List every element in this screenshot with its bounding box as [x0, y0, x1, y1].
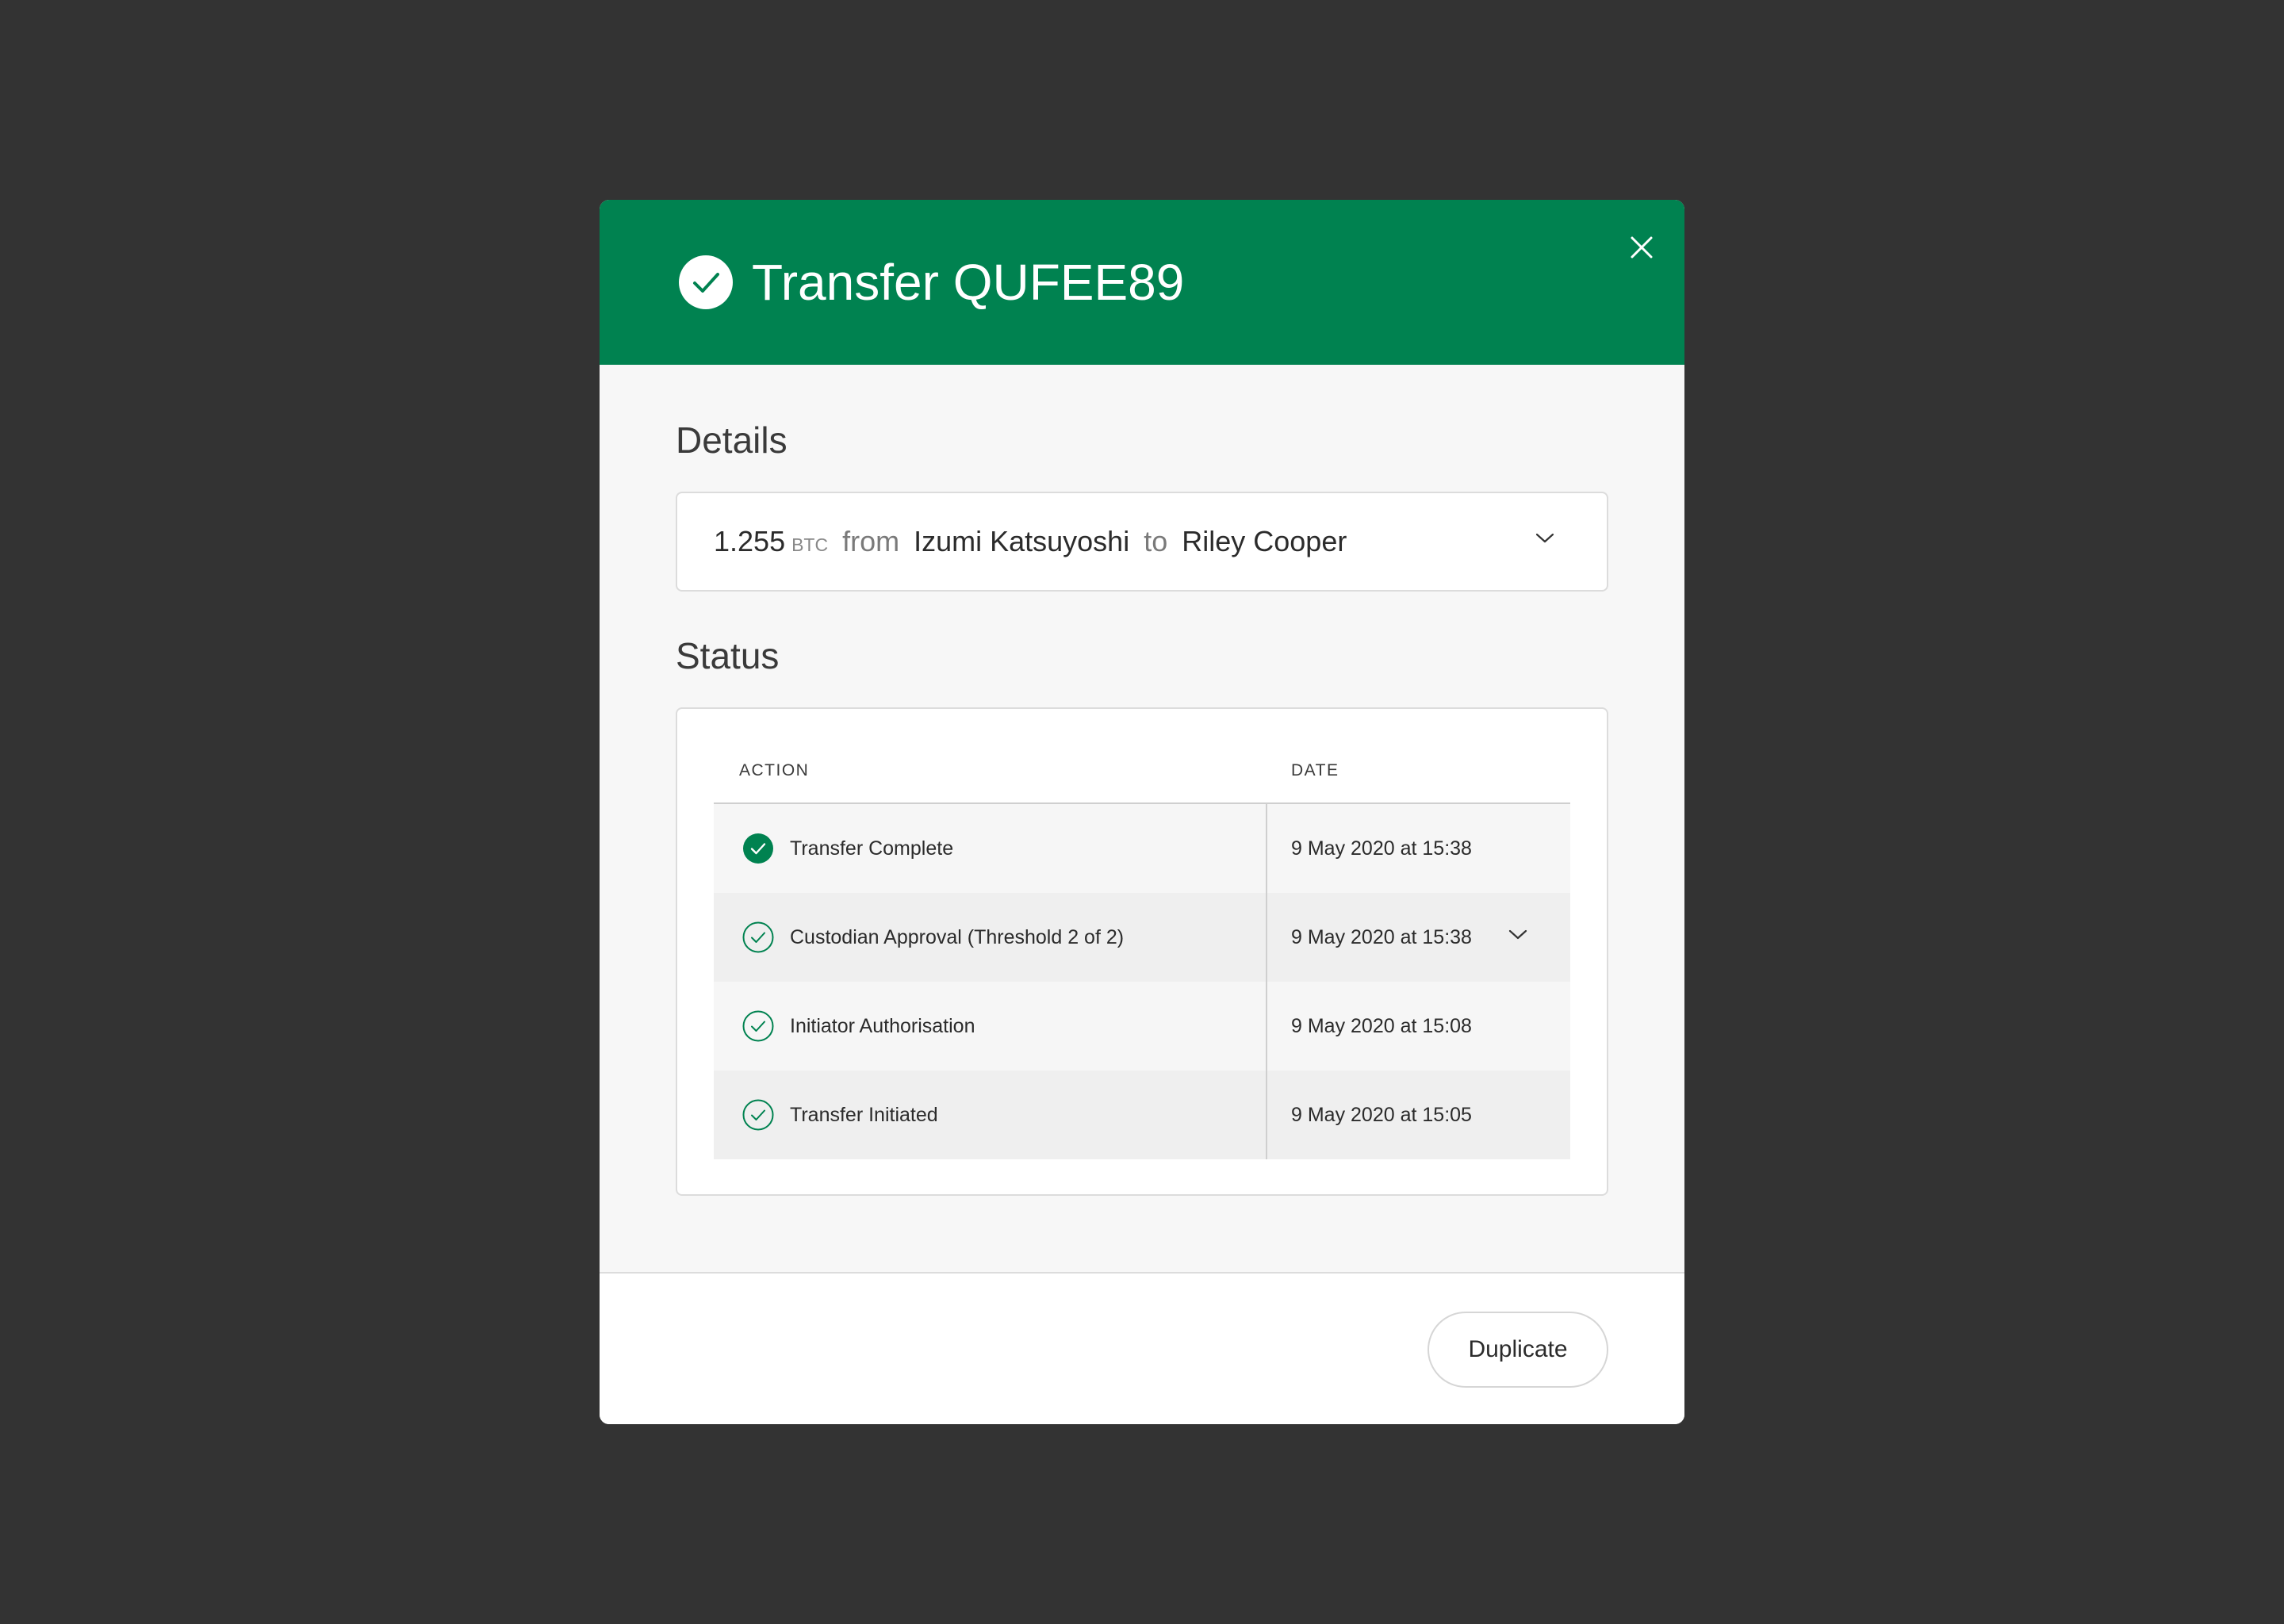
- table-row: Transfer Initiated 9 May 2020 at 15:05: [714, 1071, 1570, 1159]
- row-date: 9 May 2020 at 15:38: [1291, 837, 1472, 860]
- modal-footer: Duplicate: [600, 1272, 1684, 1424]
- column-divider: [1266, 1071, 1267, 1159]
- table-row[interactable]: Custodian Approval (Threshold 2 of 2) 9 …: [714, 893, 1570, 982]
- status-table-card: ACTION DATE Transfer Complete 9 May 2020…: [676, 707, 1608, 1196]
- recipient-name: Riley Cooper: [1182, 525, 1347, 557]
- column-header-date: DATE: [1291, 761, 1339, 779]
- row-date: 9 May 2020 at 15:38: [1291, 926, 1472, 948]
- sender-name: Izumi Katsuyoshi: [914, 525, 1130, 557]
- transfer-amount: 1.255: [714, 525, 786, 557]
- column-header-action: ACTION: [739, 761, 810, 779]
- column-divider: [1266, 804, 1267, 893]
- check-circle-outline-icon: [742, 921, 774, 953]
- modal-title: Transfer QUFEE89: [752, 254, 1185, 311]
- from-label: from: [842, 525, 900, 557]
- details-line: 1.255 BTC from Izumi Katsuyoshi to Riley Coop…: [714, 493, 1361, 590]
- row-date: 9 May 2020 at 15:05: [1291, 1104, 1472, 1126]
- status-heading: Status: [676, 635, 780, 676]
- row-action: Custodian Approval (Threshold 2 of 2): [790, 926, 1125, 948]
- to-label: to: [1144, 525, 1168, 557]
- row-date: 9 May 2020 at 15:08: [1291, 1015, 1472, 1037]
- check-circle-outline-icon: [742, 1010, 774, 1042]
- row-action: Transfer Initiated: [790, 1104, 938, 1126]
- column-divider: [1266, 893, 1267, 982]
- chevron-down-icon[interactable]: [1535, 531, 1554, 548]
- table-row: Transfer Complete 9 May 2020 at 15:38: [714, 804, 1570, 893]
- check-circle-filled-icon: [742, 833, 774, 864]
- details-summary[interactable]: 1.255 BTC from Izumi Katsuyoshi to Riley Coop…: [676, 492, 1608, 592]
- table-row: Initiator Authorisation 9 May 2020 at 15…: [714, 982, 1570, 1071]
- column-divider: [1266, 982, 1267, 1071]
- details-heading: Details: [676, 419, 788, 461]
- chevron-down-icon[interactable]: [1508, 928, 1527, 944]
- row-action: Initiator Authorisation: [790, 1015, 975, 1037]
- duplicate-button[interactable]: Duplicate: [1428, 1312, 1608, 1388]
- close-icon[interactable]: [1623, 228, 1661, 266]
- check-circle-icon: [679, 255, 733, 309]
- transfer-unit: BTC: [791, 534, 829, 555]
- row-action: Transfer Complete: [790, 837, 954, 860]
- check-circle-outline-icon: [742, 1099, 774, 1131]
- transfer-modal: Transfer QUFEE89 Details 1.255 BTC from Izu…: [600, 200, 1684, 1424]
- modal-header: Transfer QUFEE89: [600, 200, 1684, 365]
